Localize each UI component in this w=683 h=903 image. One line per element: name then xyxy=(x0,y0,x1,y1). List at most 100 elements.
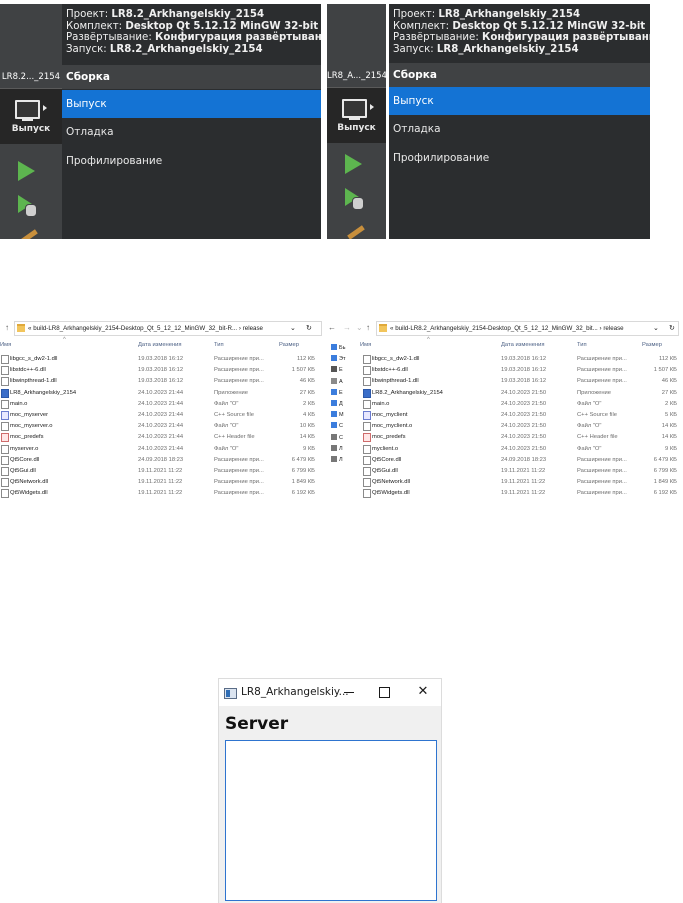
col-size[interactable]: Размер xyxy=(279,342,299,348)
build-config-button[interactable]: Выпуск xyxy=(0,88,62,144)
address-bar: ↑ « build-LR8_Arkhangelskiy_2154-Desktop… xyxy=(0,321,322,336)
file-row[interactable]: libgcc_s_dw2-1.dll 19.03.2018 16:12 Расшир… xyxy=(323,354,683,365)
file-row[interactable]: moc_myclient.o 24.10.2023 21:50 Файл "O" 14… xyxy=(323,421,683,432)
chevron-down-icon[interactable]: ⌄ xyxy=(653,324,659,332)
file-type: Расширение при... xyxy=(577,378,627,385)
file-row[interactable]: Qt5Widgets.dll 19.11.2021 11:22 Расширение… xyxy=(0,488,322,499)
file-row[interactable]: Qt5Gui.dll 19.11.2021 11:22 Расширение при… xyxy=(323,466,683,477)
file-row[interactable]: Qt5Core.dll 24.09.2018 18:23 Расширение пр… xyxy=(0,455,322,466)
refresh-icon[interactable]: ↻ xyxy=(306,324,312,332)
file-row[interactable]: libwinpthread-1.dll 19.03.2018 16:12 Расши… xyxy=(323,376,683,387)
build-config-button[interactable]: Выпуск xyxy=(327,87,386,143)
file-row[interactable]: myserver.o 24.10.2023 21:44 Файл "O" 9 КБ xyxy=(0,444,322,455)
dll-file-icon xyxy=(363,355,371,364)
file-date: 24.10.2023 21:50 xyxy=(501,389,547,396)
address-path[interactable]: « build-LR8_Arkhangelskiy_2154-Desktop_Q… xyxy=(28,325,263,332)
recent-chevron-icon[interactable]: ⌄ xyxy=(356,323,363,332)
file-type: Расширение при... xyxy=(577,468,627,474)
qt-run-config-popup-left: LR8.2..._2154 Выпуск Проект: LR8.2_Arkha… xyxy=(0,4,321,239)
file-row[interactable]: main.o 24.10.2023 21:50 Файл "O" 2 КБ xyxy=(323,399,683,410)
file-row[interactable]: libwinpthread-1.dll 19.03.2018 16:12 Расши… xyxy=(0,376,322,387)
file-date: 19.03.2018 16:12 xyxy=(501,378,547,385)
col-type[interactable]: Тип xyxy=(577,342,587,348)
maximize-button[interactable] xyxy=(369,682,399,702)
col-size[interactable]: Размер xyxy=(642,342,662,348)
file-date: 19.03.2018 16:12 xyxy=(501,367,547,374)
file-date: 19.11.2021 11:22 xyxy=(138,468,183,474)
col-name[interactable]: Имя xyxy=(360,342,371,348)
file-row[interactable]: libstdc++-6.dll 19.03.2018 16:12 Расширени… xyxy=(323,365,683,376)
file-row[interactable]: Qt5Core.dll 24.09.2018 18:23 Расширение пр… xyxy=(323,455,683,466)
file-type: Расширение при... xyxy=(577,356,627,362)
col-type[interactable]: Тип xyxy=(214,342,224,348)
file-row[interactable]: moc_predefs 24.10.2023 21:44 C++ Header fi… xyxy=(0,432,322,443)
close-button[interactable]: ✕ xyxy=(408,682,438,702)
file-date: 24.10.2023 21:50 xyxy=(501,412,547,418)
file-row[interactable]: myclient.o 24.10.2023 21:50 Файл "O" 9 КБ xyxy=(323,444,683,455)
file-row[interactable]: Qt5Network.dll 19.11.2021 11:22 Расширение… xyxy=(323,477,683,488)
file-type: Файл "O" xyxy=(214,400,239,407)
address-box[interactable]: « build-LR8.2_Arkhangelskiy_2154-Desktop… xyxy=(376,321,679,336)
menu-item-profile[interactable]: Профилирование xyxy=(389,144,650,172)
menu-item-release[interactable]: Выпуск xyxy=(62,90,321,118)
debug-run-icon[interactable] xyxy=(343,188,365,210)
dll-file-icon xyxy=(363,478,371,488)
file-row[interactable]: moc_myserver.o 24.10.2023 21:44 Файл "O" 10… xyxy=(0,421,322,432)
title-bar[interactable]: LR8_Arkhangelskiy... ✕ xyxy=(219,679,441,706)
dll-file-icon xyxy=(1,377,9,387)
dll-file-icon xyxy=(1,467,9,476)
menu-item-debug[interactable]: Отладка xyxy=(62,118,321,146)
menu-item-debug[interactable]: Отладка xyxy=(389,115,650,143)
file-name: moc_myclient.o xyxy=(372,423,413,430)
build-hammer-icon[interactable] xyxy=(20,229,38,239)
file-row[interactable]: moc_myclient 24.10.2023 21:50 C++ Source f… xyxy=(323,410,683,421)
menu-item-profile[interactable]: Профилирование xyxy=(62,147,321,175)
file-name: Qt5Core.dll xyxy=(372,456,402,463)
file-type: Расширение при... xyxy=(214,468,264,474)
up-arrow-icon[interactable]: ↑ xyxy=(366,323,370,332)
file-name: moc_predefs xyxy=(372,434,406,441)
file-size: 1 507 КБ xyxy=(291,367,315,374)
up-arrow-icon[interactable]: ↑ xyxy=(5,323,9,332)
project-info: Проект: LR8.2_Arkhangelskiy_2154 Комплек… xyxy=(62,4,321,55)
file-type: Расширение при... xyxy=(577,490,627,497)
address-path[interactable]: « build-LR8.2_Arkhangelskiy_2154-Desktop… xyxy=(390,325,624,332)
target-selector-label[interactable]: LR8_A..._2154 xyxy=(327,65,387,87)
col-date[interactable]: Дата изменения xyxy=(138,342,182,348)
window-title: LR8_Arkhangelskiy... xyxy=(241,686,349,698)
app-file-icon xyxy=(363,388,371,398)
nav-item[interactable]: Бь xyxy=(331,344,357,354)
run-icon[interactable] xyxy=(345,154,362,174)
file-row[interactable]: moc_predefs 24.10.2023 21:50 C++ Header fi… xyxy=(323,432,683,443)
address-box[interactable]: « build-LR8_Arkhangelskiy_2154-Desktop_Q… xyxy=(14,321,322,336)
file-row[interactable]: main.o 24.10.2023 21:44 Файл "O" 2 КБ xyxy=(0,399,322,410)
info-project: Проект: LR8.2_Arkhangelskiy_2154 xyxy=(66,9,265,20)
build-hammer-icon[interactable] xyxy=(347,225,365,239)
server-log-textarea[interactable] xyxy=(225,740,437,901)
forward-arrow-icon[interactable]: → xyxy=(343,323,351,332)
debug-run-icon[interactable] xyxy=(16,195,38,217)
file-row[interactable]: Qt5Widgets.dll 19.11.2021 11:22 Расширение… xyxy=(323,488,683,499)
col-name[interactable]: Имя xyxy=(0,342,11,348)
menu-item-release[interactable]: Выпуск xyxy=(389,87,650,115)
back-arrow-icon[interactable]: ← xyxy=(328,323,336,332)
chevron-down-icon[interactable]: ⌄ xyxy=(290,324,296,332)
dll-file-icon xyxy=(1,489,9,499)
file-row[interactable]: LR8_Arkhangelskiy_2154 24.10.2023 21:44 Пр… xyxy=(0,388,322,399)
file-row[interactable]: libgcc_s_dw2-1.dll 19.03.2018 16:12 Расшир… xyxy=(0,354,322,365)
refresh-icon[interactable]: ↻ xyxy=(669,324,675,332)
file-name: libstdc++-6.dll xyxy=(372,367,408,374)
file-row[interactable]: moc_myserver 24.10.2023 21:44 C++ Source f… xyxy=(0,410,322,421)
file-type: Файл "O" xyxy=(577,423,602,430)
target-selector-label[interactable]: LR8.2..._2154 xyxy=(0,66,62,88)
run-icon[interactable] xyxy=(18,161,35,181)
file-type: Расширение при... xyxy=(577,456,627,463)
file-row[interactable]: Qt5Gui.dll 19.11.2021 11:22 Расширение при… xyxy=(0,466,322,477)
file-row[interactable]: LR8.2_Arkhangelskiy_2154 24.10.2023 21:50… xyxy=(323,388,683,399)
minimize-button[interactable] xyxy=(334,682,364,702)
file-row[interactable]: Qt5Network.dll 19.11.2021 11:22 Расширение… xyxy=(0,477,322,488)
file-row[interactable]: libstdc++-6.dll 19.03.2018 16:12 Расширени… xyxy=(0,365,322,376)
col-date[interactable]: Дата изменения xyxy=(501,342,545,348)
file-type: Расширение при... xyxy=(214,367,264,374)
info-deploy: Развёртывание: Конфигурация развёртывани… xyxy=(393,32,650,44)
